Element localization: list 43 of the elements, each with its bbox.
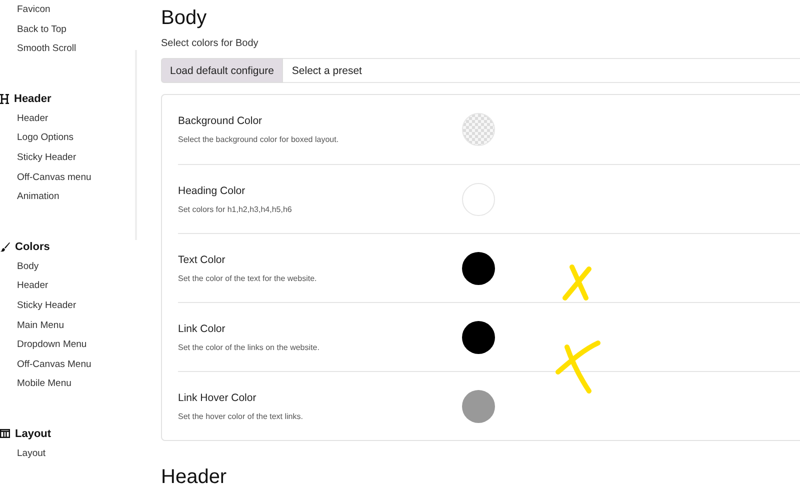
heading-icon — [0, 94, 9, 104]
sidebar-item[interactable]: Favicon — [0, 3, 135, 23]
sidebar-item[interactable]: Off-Canvas Menu — [0, 358, 135, 378]
x-mark — [562, 264, 592, 301]
sidebar-item[interactable]: Body — [0, 260, 135, 280]
sidebar-item[interactable]: Sticky Header — [0, 298, 135, 319]
sidebar-item[interactable]: Layout — [0, 446, 135, 466]
color-swatch[interactable] — [462, 252, 495, 284]
sidebar-item[interactable]: Back to Top — [0, 22, 135, 42]
setting-label: Heading Color — [178, 184, 246, 196]
section-subtitle: Select colors for Body — [161, 37, 260, 51]
preset-select[interactable]: Select a preset — [282, 58, 800, 83]
color-swatch[interactable] — [462, 390, 495, 422]
color-swatch[interactable] — [462, 320, 495, 354]
setting-description: Set the color of the links on the website. — [178, 342, 320, 352]
load-default-button[interactable]: Load default configure — [161, 58, 283, 83]
setting-label: Background Color — [178, 115, 264, 127]
sidebar-item[interactable]: Sticky Header — [0, 150, 135, 171]
setting-description: Set the hover color of the text links. — [178, 412, 304, 420]
columns-icon — [0, 429, 10, 438]
setting-description: Set colors for h1,h2,h3,h4,h5,h6 — [178, 204, 293, 214]
setting-description: Select the background color for boxed layout. — [178, 135, 340, 144]
setting-label: Link Hover Color — [178, 392, 258, 404]
sidebar-group-title: Layout — [15, 428, 52, 440]
sidebar-item[interactable]: Header — [0, 112, 135, 132]
setting-label: Link Color — [178, 322, 226, 334]
sidebar-group-title: Header — [14, 92, 52, 105]
sidebar-item[interactable]: Animation — [0, 190, 135, 210]
sidebar-item[interactable]: Logo Options — [0, 131, 135, 151]
color-swatch[interactable] — [462, 182, 495, 216]
sidebar-group-title: Colors — [15, 240, 50, 253]
section-title: Header — [161, 465, 228, 489]
section-title: Body — [161, 6, 208, 30]
sidebar-item[interactable]: Smooth Scroll — [0, 42, 135, 62]
sidebar-item[interactable]: Dropdown Menu — [0, 338, 135, 358]
sidebar-item[interactable]: Main Menu — [0, 318, 135, 338]
paintbrush-icon — [0, 242, 10, 252]
setting-label: Text Color — [178, 254, 226, 266]
sidebar-item[interactable]: Header — [0, 279, 135, 299]
sidebar-item[interactable]: Off-Canvas menu — [0, 170, 135, 190]
color-swatch[interactable] — [462, 113, 495, 146]
sidebar-item[interactable]: Mobile Menu — [0, 377, 135, 397]
setting-description: Set the color of the text for the website. — [178, 274, 318, 282]
